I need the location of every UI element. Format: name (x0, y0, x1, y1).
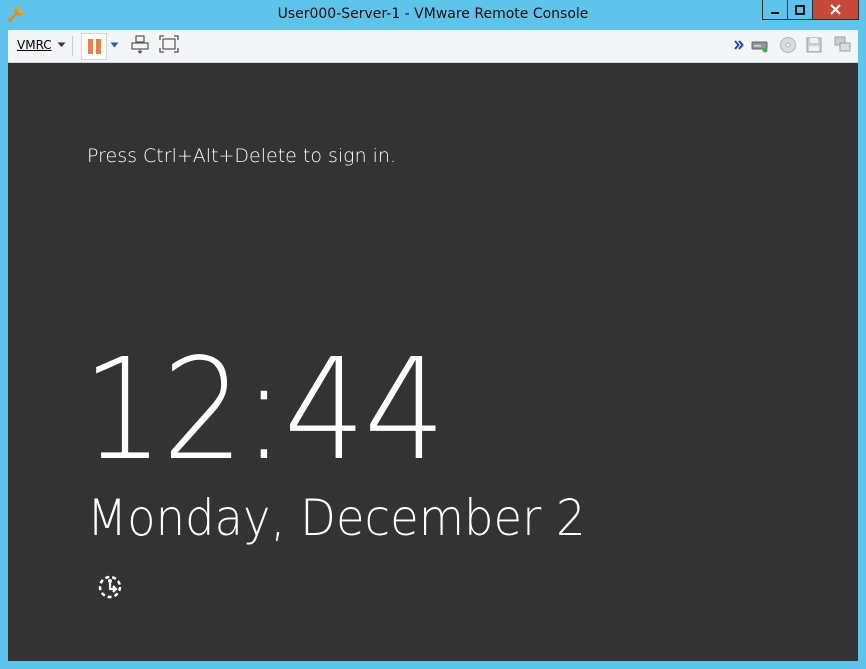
hard-drive-button[interactable] (751, 37, 769, 53)
power-dropdown-button[interactable] (110, 42, 119, 48)
pause-icon (87, 39, 93, 54)
toolbar: VMRC (8, 30, 858, 63)
triangle-down-icon (110, 42, 119, 48)
close-button[interactable] (812, 0, 859, 20)
minimize-icon (771, 11, 779, 14)
ease-of-access-button[interactable] (96, 573, 124, 601)
network-adapter-button[interactable] (834, 36, 852, 54)
chevron-down-icon (57, 42, 66, 47)
floppy-icon (806, 37, 822, 53)
vmrc-menu-button[interactable]: VMRC (17, 38, 66, 52)
lock-screen-time: 12:44 (82, 329, 446, 492)
fullscreen-button[interactable] (159, 35, 179, 53)
window-controls (762, 0, 859, 21)
fullscreen-icon (159, 35, 179, 53)
overflow-button[interactable] (734, 40, 744, 50)
ease-of-access-icon (98, 575, 122, 599)
lock-screen-date: Monday, December 2 (87, 489, 586, 547)
vmrc-window: User000-Server-1 - VMware Remote Console… (0, 0, 866, 669)
minimize-button[interactable] (762, 0, 788, 20)
close-icon (830, 4, 841, 15)
maximize-button[interactable] (787, 0, 813, 20)
title-bar[interactable]: User000-Server-1 - VMware Remote Console (0, 0, 866, 30)
window-title: User000-Server-1 - VMware Remote Console (277, 6, 589, 22)
vm-console-display[interactable]: Press Ctrl+Alt+Delete to sign in. 12:44 … (8, 63, 858, 661)
pause-button[interactable] (81, 33, 107, 60)
send-ctrl-alt-del-button[interactable] (131, 35, 149, 55)
floppy-button[interactable] (806, 37, 822, 53)
toolbar-separator (72, 36, 73, 56)
cd-dvd-button[interactable] (779, 36, 797, 54)
vmrc-menu-label: VMRC (17, 38, 52, 52)
cd-dvd-icon (780, 37, 796, 53)
double-chevron-right-icon (734, 40, 744, 50)
hard-drive-icon (751, 41, 768, 53)
maximize-icon (795, 4, 805, 15)
keyboard-send-icon (131, 35, 149, 54)
network-adapter-icon (834, 36, 851, 52)
sign-in-prompt: Press Ctrl+Alt+Delete to sign in. (87, 145, 397, 167)
